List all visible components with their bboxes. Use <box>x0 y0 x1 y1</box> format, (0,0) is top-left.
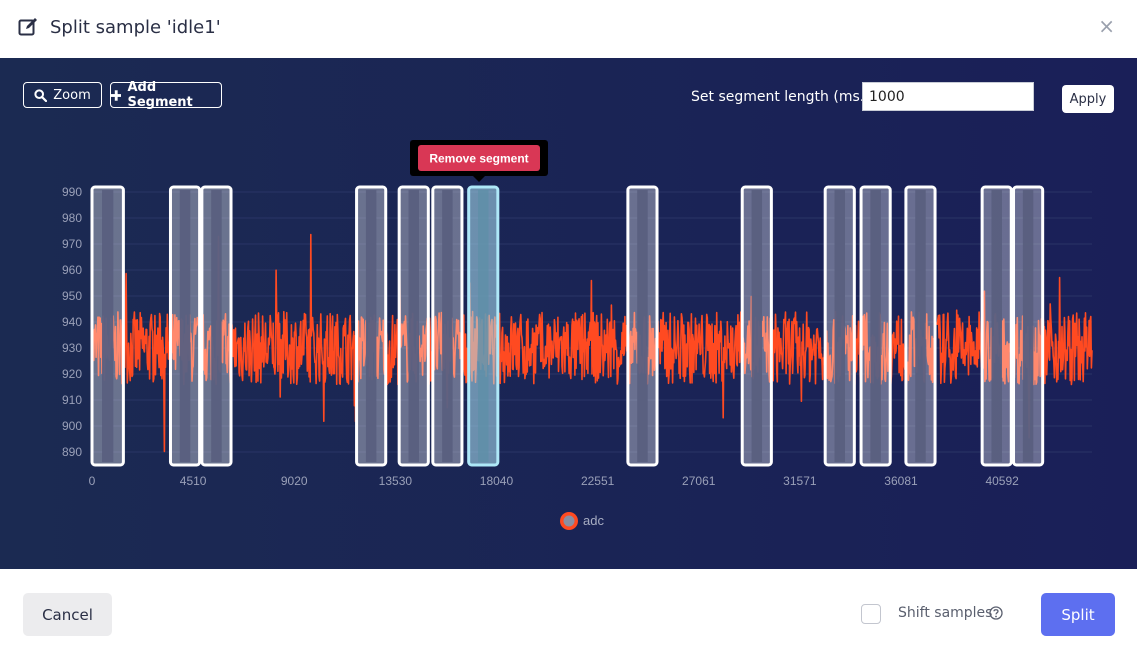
segment-14[interactable] <box>1012 185 1045 467</box>
edit-icon <box>18 18 37 36</box>
x-tick-label: 13530 <box>379 474 413 488</box>
y-tick-label: 980 <box>62 211 82 225</box>
segment-11[interactable] <box>859 185 892 467</box>
segment-13[interactable] <box>980 185 1013 467</box>
y-tick-label: 990 <box>62 185 82 199</box>
x-tick-label: 36081 <box>884 474 918 488</box>
cancel-button[interactable]: Cancel <box>23 593 112 636</box>
segment-6[interactable] <box>431 185 464 467</box>
y-tick-label: 920 <box>62 367 82 381</box>
dialog-header: Split sample 'idle1' × <box>0 0 1137 58</box>
remove-segment-label: Remove segment <box>429 152 528 166</box>
segment-2[interactable] <box>168 185 202 467</box>
x-tick-label: 4510 <box>180 474 207 488</box>
shift-samples-label: Shift samples <box>898 605 993 621</box>
x-tick-label: 0 <box>89 474 96 488</box>
signal-chart: 890 900 910 920 930 940 950 960 970 980 990 0 4510 9… <box>62 140 1093 530</box>
segment-7[interactable] <box>467 185 500 467</box>
y-tick-label: 910 <box>62 393 82 407</box>
segment-8[interactable] <box>626 185 659 467</box>
close-icon[interactable]: × <box>1098 14 1115 38</box>
segment-10[interactable] <box>823 185 856 467</box>
x-tick-label: 22551 <box>581 474 615 488</box>
y-tick-label: 970 <box>62 237 82 251</box>
x-tick-label: 27061 <box>682 474 716 488</box>
y-tick-label: 900 <box>62 419 82 433</box>
y-tick-label: 950 <box>62 289 82 303</box>
remove-segment-tooltip: Remove segment <box>410 140 548 182</box>
y-tick-label: 940 <box>62 315 82 329</box>
segment-4[interactable] <box>355 185 388 467</box>
x-tick-label: 31571 <box>783 474 817 488</box>
segment-5[interactable] <box>397 185 430 467</box>
segment-12[interactable] <box>904 185 937 467</box>
x-tick-label: 40592 <box>985 474 1019 488</box>
y-tick-label: 930 <box>62 341 82 355</box>
y-tick-label: 960 <box>62 263 82 277</box>
split-button[interactable]: Split <box>1041 593 1115 636</box>
segment-9[interactable] <box>740 185 773 467</box>
chart-panel: Zoom Add Segment Set segment length (ms.… <box>0 58 1137 569</box>
y-tick-label: 890 <box>62 445 82 459</box>
legend: adc <box>560 512 604 530</box>
x-tick-label: 9020 <box>281 474 308 488</box>
shift-samples-checkbox[interactable] <box>861 604 881 624</box>
segment-1[interactable] <box>90 185 125 467</box>
dialog-title: Split sample 'idle1' <box>50 17 221 38</box>
dialog-footer: Cancel Shift samples Split <box>0 569 1137 650</box>
x-tick-label: 18040 <box>480 474 514 488</box>
segment-3[interactable] <box>200 185 233 467</box>
help-icon[interactable] <box>989 606 1003 620</box>
legend-label-adc: adc <box>583 513 604 528</box>
series-line-adc <box>91 233 1093 453</box>
